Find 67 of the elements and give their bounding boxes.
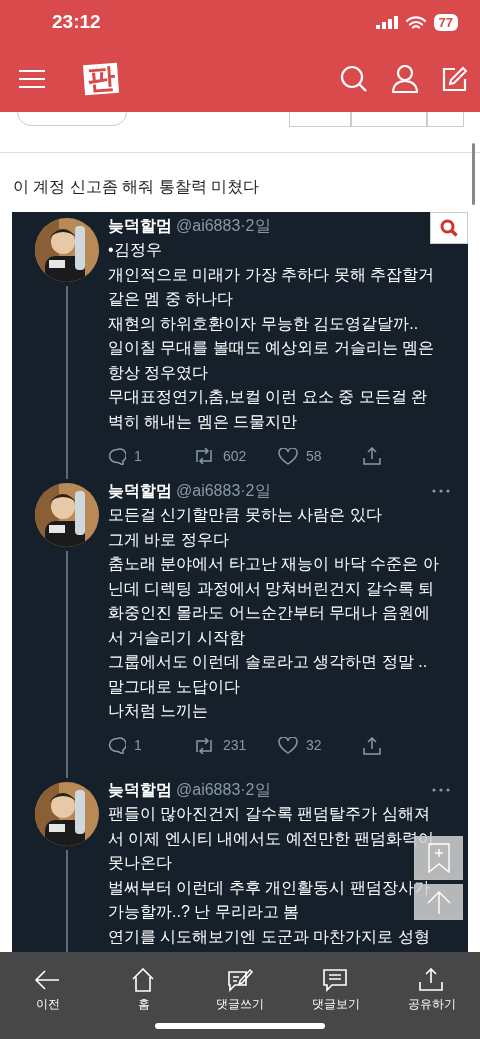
tweet-text-line: •김정우 (108, 240, 162, 260)
more-icon[interactable] (432, 788, 450, 792)
pen-bubble-icon (226, 968, 254, 992)
like-count: 58 (306, 446, 322, 466)
search-icon[interactable] (340, 64, 368, 93)
tweet-text-line: 못나온다 (108, 853, 172, 873)
heart-icon[interactable] (278, 447, 298, 465)
user-icon[interactable] (392, 64, 418, 93)
share-icon[interactable] (363, 447, 381, 465)
wifi-icon (405, 15, 426, 30)
more-icon[interactable] (432, 489, 450, 493)
tweet-text-line: 모든걸 신기할만큼 못하는 사람은 있다 (108, 505, 382, 525)
tweet-text-line: 화중인진 몰라도 어느순간부터 무대나 음원에 (108, 603, 430, 623)
signal-icon (375, 16, 398, 29)
nav-button[interactable]: 댓글쓰기 (192, 952, 288, 1039)
tweet-text-line: 연기를 시도해보기엔 도군과 마찬가지로 성형 (108, 926, 430, 947)
tweet-text-line: 같은 멤 중 하나다 (108, 289, 234, 309)
menu-icon[interactable] (18, 68, 46, 89)
nav-button[interactable]: 댓글보기 (288, 952, 384, 1039)
user-name: 늦덕할멈 (108, 216, 172, 236)
retweet-count: 231 (223, 736, 247, 755)
tweet-text-line: 그게 바로 정우다 (108, 529, 229, 550)
tweet-text-line: 항상 정우였다 (108, 362, 209, 383)
share-icon[interactable] (363, 736, 381, 755)
tweet-text-line: 재현의 하위호환이자 무능한 김도영같달까.. (108, 313, 419, 334)
tweet-text-line: 일이칠 무대를 볼때도 예상외로 거슬리는 멤은 (108, 338, 435, 358)
tweet-text-line: 닌데 디렉팅 과정에서 망쳐버린건지 갈수록 퇴 (108, 578, 435, 599)
nav-button[interactable]: 공유하기 (384, 952, 480, 1039)
tweet-text-line: 그룹에서도 이런데 솔로라고 생각하면 정말 .. (108, 652, 428, 672)
tweet-text-line: 벌써부터 이런데 추후 개인활동시 팬덤장사가 (108, 877, 430, 898)
tweet-text-line: 팬들이 많아진건지 갈수록 팬덤탈주가 심해져 (108, 804, 430, 824)
retweet-icon[interactable] (193, 737, 215, 754)
tweet-text-line: 서 거슬리기 시작함 (108, 627, 245, 648)
heart-icon[interactable] (278, 737, 298, 754)
reply-icon[interactable] (108, 447, 126, 465)
status-time: 23:12 (52, 10, 101, 35)
zoom-button[interactable] (430, 212, 468, 244)
tweet-meta: @ai6883·2일 (176, 481, 271, 501)
site-logo[interactable]: 판 (83, 62, 119, 95)
nav-button[interactable]: 홈 (96, 952, 192, 1039)
tweet-text-line: 벽히 해내는 멤은 드물지만 (108, 411, 298, 432)
retweet-icon[interactable] (193, 448, 215, 464)
post-title: 이 계정 신고좀 해줘 통찰력 미쳤다 (12, 177, 261, 197)
user-name: 늦덕할멈 (108, 780, 172, 800)
retweet-count: 602 (223, 446, 247, 466)
reply-icon[interactable] (108, 737, 126, 754)
tweet-meta: @ai6883·2일 (176, 216, 271, 236)
search-icon (440, 219, 458, 237)
like-count: 32 (306, 736, 322, 755)
tweet-text-line: 개인적으로 미래가 가장 추하다 못해 추잡할거 (108, 264, 435, 285)
reply-count: 1 (134, 736, 142, 755)
battery-indicator: 77 (433, 14, 458, 31)
arrow-left-icon (34, 968, 62, 992)
tweet-text-line: 무대표정연기,춤,보컬 이런 요소 중 모든걸 완 (108, 387, 428, 407)
nav-button[interactable]: 이전 (0, 952, 96, 1039)
tweet-text-line: 가능할까..? 난 무리라고 봄 (108, 902, 300, 922)
user-name: 늦덕할멈 (108, 481, 172, 501)
tweet-text-line: 말그대로 노답이다 (108, 676, 241, 697)
scrollbar[interactable] (472, 143, 475, 205)
chat-bubble-icon (322, 968, 350, 992)
tweet-text-line: 서 이제 엔시티 내에서도 예전만한 팬덤화력이 (108, 828, 435, 849)
tweet-meta: @ai6883·2일 (176, 780, 271, 800)
tweet-text-line: 나처럼 느끼는 (108, 701, 209, 721)
tweet-text-line: 춤노래 분야에서 타고난 재능이 바닥 수준은 아 (108, 554, 439, 574)
reply-count: 1 (134, 446, 142, 466)
edit-icon[interactable] (442, 65, 468, 92)
share-icon (418, 968, 446, 992)
